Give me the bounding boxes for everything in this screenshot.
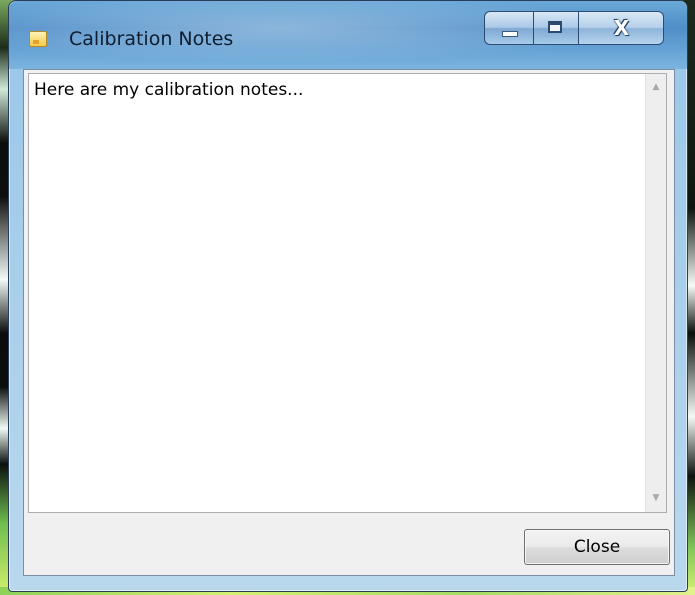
window-title: Calibration Notes [69, 28, 234, 50]
minimize-button[interactable] [484, 11, 534, 45]
notes-textarea[interactable]: Here are my calibration notes... ▲ ▼ [28, 73, 667, 513]
close-button[interactable]: Close [524, 529, 670, 565]
close-window-button[interactable]: X [579, 11, 664, 45]
notes-content[interactable]: Here are my calibration notes... [34, 80, 303, 100]
maximize-button[interactable] [534, 11, 579, 45]
scroll-down-arrow-icon[interactable]: ▼ [646, 488, 666, 509]
title-bar[interactable]: Calibration Notes X [9, 1, 687, 69]
maximize-icon [548, 21, 562, 33]
minimize-icon [502, 31, 518, 37]
notes-app-icon[interactable] [29, 31, 47, 47]
vertical-scrollbar[interactable]: ▲ ▼ [645, 74, 666, 512]
calibration-notes-window: Calibration Notes X Here are my calibrat… [8, 0, 688, 592]
close-icon: X [613, 16, 630, 40]
client-area: Here are my calibration notes... ▲ ▼ Clo… [23, 69, 675, 576]
scroll-up-arrow-icon[interactable]: ▲ [646, 77, 666, 98]
